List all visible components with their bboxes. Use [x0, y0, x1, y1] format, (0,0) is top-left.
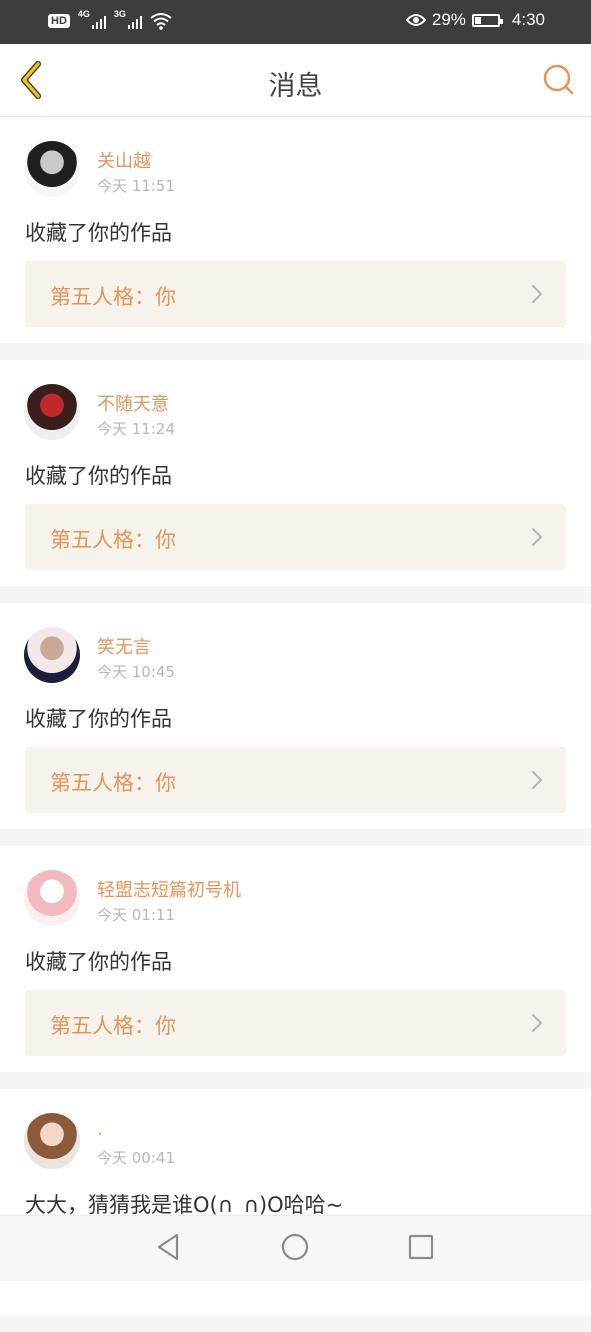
timestamp: 今天 00:41 [97, 1149, 175, 1167]
avatar[interactable] [24, 141, 80, 197]
username[interactable]: 轻盟志短篇初号机 [97, 876, 241, 902]
message-text: 收藏了你的作品 [25, 464, 172, 488]
username[interactable]: 不随天意 [97, 390, 169, 416]
battery-icon [471, 13, 503, 27]
network-label-1: 4G [77, 9, 90, 19]
chevron-right-icon [532, 528, 542, 546]
work-title: 第五人格：你 [50, 528, 176, 552]
message-card: . 今天 00:41 大大，猜猜我是谁O(∩_∩)O哈哈~ [0, 1089, 591, 1315]
work-link[interactable]: 第五人格：你 [25, 990, 566, 1056]
username[interactable]: . [97, 1119, 103, 1140]
timestamp: 今天 10:45 [97, 663, 175, 681]
signal-icon: 4G [77, 9, 106, 31]
message-feed: 关山越 今天 11:51 收藏了你的作品 第五人格：你 不随天意 今天 11:24 收藏了你… [0, 117, 591, 1332]
back-triangle-icon [157, 1233, 179, 1261]
nav-home-button[interactable] [279, 1231, 311, 1263]
home-circle-icon [281, 1233, 309, 1261]
work-link[interactable]: 第五人格：你 [25, 261, 566, 327]
avatar[interactable] [24, 627, 80, 683]
nav-back-button[interactable] [152, 1231, 184, 1263]
work-title: 第五人格：你 [50, 1014, 176, 1038]
hd-icon: HD [48, 14, 70, 28]
message-card: 关山越今天 11:51 收藏了你的作品第五人格：你 [0, 117, 591, 343]
timestamp: 今天 01:11 [97, 906, 175, 924]
message-text: 收藏了你的作品 [25, 950, 172, 974]
timestamp: 今天 11:51 [97, 177, 175, 195]
message-text: 收藏了你的作品 [25, 707, 172, 731]
clock: 4:30 [511, 10, 545, 29]
chevron-right-icon [532, 1014, 542, 1032]
chevron-right-icon [532, 771, 542, 789]
message-text: 收藏了你的作品 [25, 221, 172, 245]
work-title: 第五人格：你 [50, 285, 176, 309]
recents-square-icon [408, 1234, 434, 1260]
battery-percent: 29% [431, 10, 466, 29]
status-left: HD 4G 3G [48, 9, 172, 31]
system-nav-bar [0, 1215, 591, 1281]
chevron-right-icon [532, 285, 542, 303]
search-button[interactable] [541, 62, 577, 98]
nav-recents-button[interactable] [405, 1231, 437, 1263]
work-title: 第五人格：你 [50, 771, 176, 795]
status-right: 29% 4:30 [405, 10, 545, 30]
nav-bar: 消息 [0, 44, 591, 117]
work-link[interactable]: 第五人格：你 [25, 747, 566, 813]
wifi-icon [150, 13, 172, 30]
username[interactable]: 关山越 [97, 147, 151, 173]
signal-icon-2: 3G [113, 9, 142, 31]
status-bar: HD 4G 3G 29% 4:30 [0, 0, 591, 44]
message-card: 笑无言今天 10:45 收藏了你的作品第五人格：你 [0, 603, 591, 829]
search-icon [543, 64, 574, 95]
page-title: 消息 [268, 71, 323, 102]
avatar[interactable] [24, 384, 80, 440]
username[interactable]: 笑无言 [97, 633, 151, 659]
network-label-2: 3G [113, 9, 126, 19]
work-link[interactable]: 第五人格：你 [25, 504, 566, 570]
eye-icon [405, 14, 426, 26]
avatar[interactable] [24, 1113, 80, 1169]
message-card: 轻盟志短篇初号机今天 01:11 收藏了你的作品第五人格：你 [0, 846, 591, 1072]
timestamp: 今天 11:24 [97, 420, 175, 438]
message-card: 不随天意今天 11:24 收藏了你的作品第五人格：你 [0, 360, 591, 586]
avatar[interactable] [24, 870, 80, 926]
